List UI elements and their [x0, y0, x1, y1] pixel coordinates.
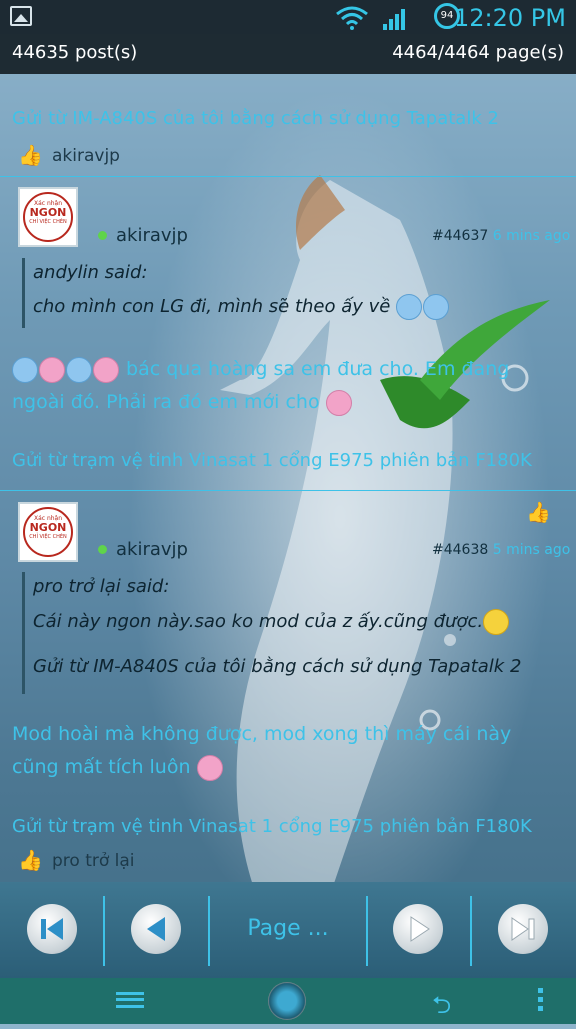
post-body-line: cũng mất tích luôn: [12, 751, 511, 784]
post-username[interactable]: akiravjp: [116, 539, 188, 560]
post-signature[interactable]: Gửi từ IM-A840S của tôi bằng cách sử dụn…: [12, 108, 499, 129]
post-divider: [0, 490, 576, 491]
pager-divider: [103, 896, 105, 966]
quote-author: andylin said:: [33, 262, 148, 283]
scared-emoji-icon: [66, 356, 92, 383]
home-icon[interactable]: [268, 982, 306, 1020]
avatar[interactable]: Xác nhận NGON CHỈ VIỆC CHÉN: [18, 187, 78, 247]
cool-emoji-icon: [396, 294, 423, 320]
page-navigation: Page ...: [0, 882, 576, 978]
previous-page-button[interactable]: [131, 904, 181, 954]
post-divider: [0, 176, 576, 177]
post-meta: #44637 6 mins ago: [432, 228, 570, 244]
post-body: bác qua hoàng sa em đưa cho. Em đang ngo…: [12, 353, 509, 419]
gallery-icon: [10, 6, 32, 26]
quote-block: andylin said: cho mình con LG đi, mình s…: [22, 258, 450, 328]
pager-divider: [366, 896, 368, 966]
avatar-seal: Xác nhận NGON CHỈ VIỆC CHÉN: [23, 507, 73, 557]
post-body-line: bác qua hoàng sa em đưa cho. Em đang: [12, 353, 509, 386]
avatar[interactable]: Xác nhận NGON CHỈ VIỆC CHÉN: [18, 502, 78, 562]
wifi-icon: [336, 6, 368, 30]
quote-line: Cái này ngon này.sao ko mod của z ấy.cũn…: [33, 602, 521, 642]
first-page-button[interactable]: [27, 904, 77, 954]
menu-icon[interactable]: [116, 992, 144, 1008]
avatar-seal: Xác nhận NGON CHỈ VIỆC CHÉN: [23, 192, 73, 242]
page-count[interactable]: 4464/4464 page(s): [392, 42, 564, 63]
signal-icon: [383, 9, 405, 30]
scared-emoji-icon: [12, 356, 38, 383]
post-body-line: Mod hoài mà không được, mod xong thì máy…: [12, 723, 512, 745]
quote-line: cho mình con LG đi, mình sẽ theo ấy về: [33, 288, 450, 326]
cool-emoji-icon: [423, 294, 450, 320]
post-meta: #44638 5 mins ago: [432, 542, 570, 558]
quote-author: pro trở lại said:: [33, 576, 170, 597]
next-page-button[interactable]: [393, 904, 443, 954]
tongue-emoji-icon: [325, 389, 352, 416]
post-username[interactable]: akiravjp: [116, 225, 188, 246]
thread-header: 44635 post(s) 4464/4464 page(s): [0, 34, 576, 74]
scared-emoji-icon: [93, 356, 119, 383]
online-indicator: [98, 231, 107, 240]
wink-emoji-icon: [483, 609, 510, 635]
quote-line: Gửi từ IM-A840S của tôi bằng cách sử dụn…: [33, 656, 522, 677]
thumbs-up-icon: 👍: [18, 848, 43, 872]
post-time: 6 mins ago: [492, 228, 571, 244]
first-page-icon: [41, 918, 63, 940]
pager-divider: [470, 896, 472, 966]
online-indicator: [98, 545, 107, 554]
status-bar: 94 12:20 PM: [0, 0, 576, 34]
scared-emoji-icon: [39, 356, 65, 383]
post-time: 5 mins ago: [492, 542, 571, 558]
last-page-button[interactable]: [498, 904, 548, 954]
post-count: 44635 post(s): [12, 42, 138, 63]
last-page-icon: [511, 917, 535, 941]
post-number: #44638: [432, 542, 489, 558]
thumbs-up-icon: 👍: [18, 143, 43, 167]
back-icon[interactable]: ⮌: [432, 988, 451, 1029]
liked-by-user[interactable]: pro trở lại: [52, 851, 135, 871]
system-nav-bar: ⮌: [0, 978, 576, 1024]
thumbs-up-icon[interactable]: 👍: [526, 500, 551, 524]
post-body: Mod hoài mà không được, mod xong thì máy…: [12, 718, 511, 784]
post-number: #44637: [432, 228, 489, 244]
post-signature[interactable]: Gửi từ trạm vệ tinh Vinasat 1 cổng E975 …: [12, 450, 532, 471]
clock: 12:20 PM: [454, 4, 566, 32]
quote-block: pro trở lại said: Cái này ngon này.sao k…: [22, 572, 521, 694]
page-selector[interactable]: Page ...: [218, 916, 358, 941]
pager-divider: [208, 896, 210, 966]
tongue-emoji-icon: [196, 754, 223, 781]
previous-page-icon: [147, 917, 165, 941]
more-icon[interactable]: [538, 988, 544, 1016]
next-page-icon: [410, 916, 430, 942]
liked-by-user[interactable]: akiravjp: [52, 146, 120, 166]
post-body-line: ngoài đó. Phải ra đó em mới cho: [12, 386, 509, 419]
post-signature[interactable]: Gửi từ trạm vệ tinh Vinasat 1 cổng E975 …: [12, 816, 532, 837]
